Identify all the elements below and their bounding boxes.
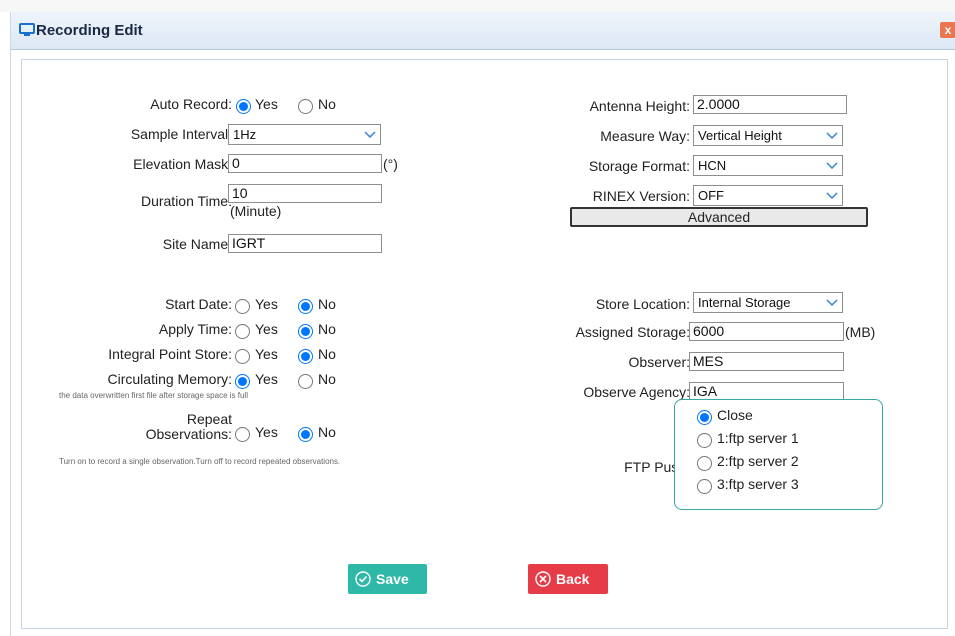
ftp-option-1-radio[interactable] [697, 433, 712, 448]
ftp-option-close-radio[interactable] [697, 410, 712, 425]
dialog-title: Recording Edit [36, 22, 143, 39]
assigned-storage-label: Assigned Storage: [575, 324, 690, 340]
storage-format-label: Storage Format: [588, 158, 690, 174]
observe-agency-label: Observe Agency: [583, 384, 690, 400]
elevation-mask-label: Elevation Mask: [133, 156, 232, 172]
circulating-memory-yes-label: Yes [255, 371, 278, 387]
store-location-select[interactable]: Internal Storage [693, 292, 843, 313]
repeat-observations-no-label: No [318, 424, 336, 440]
check-circle-icon [355, 571, 371, 587]
ftp-option-1-label: 1:ftp server 1 [717, 430, 799, 446]
back-button-label: Back [556, 571, 590, 587]
antenna-height-label: Antenna Height: [589, 98, 690, 114]
integral-point-store-no-radio[interactable] [298, 349, 313, 364]
ftp-option-2-label: 2:ftp server 2 [717, 453, 799, 469]
repeat-observations-label-line1: Repeat [186, 411, 232, 427]
circulating-memory-no-radio[interactable] [298, 374, 313, 389]
auto-record-no-label: No [318, 96, 336, 112]
auto-record-label: Auto Record: [150, 96, 232, 112]
monitor-icon [19, 23, 35, 36]
dialog-titlebar: Recording Edit x [11, 12, 955, 50]
rinex-version-label: RINEX Version: [592, 188, 690, 204]
start-date-yes-label: Yes [255, 296, 278, 312]
x-circle-icon [535, 571, 551, 587]
ftp-option-3-radio[interactable] [697, 479, 712, 494]
chevron-down-icon [364, 131, 376, 139]
back-button[interactable]: Back [528, 564, 608, 594]
close-button[interactable]: x [940, 22, 955, 38]
repeat-observations-yes-radio[interactable] [235, 427, 250, 442]
apply-time-no-radio[interactable] [298, 324, 313, 339]
rinex-version-value: OFF [698, 188, 724, 203]
measure-way-select[interactable]: Vertical Height [693, 125, 843, 146]
circulating-memory-no-label: No [318, 371, 336, 387]
circulating-memory-yes-radio[interactable] [235, 374, 250, 389]
storage-format-value: HCN [698, 158, 727, 173]
elevation-mask-unit: (°) [383, 156, 398, 172]
repeat-observations-note: Turn on to record a single observation.T… [59, 457, 341, 466]
antenna-height-input[interactable] [693, 95, 847, 114]
chevron-down-icon [826, 132, 838, 140]
repeat-observations-label-line2: Observations: [145, 426, 232, 442]
store-location-label: Store Location: [595, 296, 690, 312]
apply-time-yes-label: Yes [255, 321, 278, 337]
auto-record-no-radio[interactable] [298, 99, 313, 114]
store-location-value: Internal Storage [698, 295, 791, 310]
site-name-label: Site Name: [162, 236, 232, 252]
observer-label: Observer: [628, 354, 690, 370]
repeat-observations-no-radio[interactable] [298, 427, 313, 442]
ftp-push-options: Close 1:ftp server 1 2:ftp server 2 3:ft… [674, 399, 883, 510]
save-button[interactable]: Save [348, 564, 427, 594]
assigned-storage-input[interactable] [689, 322, 844, 341]
duration-time-label: Duration Time: [140, 193, 232, 209]
auto-record-yes-radio[interactable] [236, 99, 251, 114]
background-window-strip [0, 0, 955, 12]
start-date-no-radio[interactable] [298, 299, 313, 314]
auto-record-yes-label: Yes [255, 96, 278, 112]
advanced-button[interactable]: Advanced [570, 207, 868, 227]
sample-interval-value: 1Hz [233, 127, 257, 142]
repeat-observations-yes-label: Yes [255, 424, 278, 440]
duration-time-input[interactable] [228, 184, 382, 203]
integral-point-store-label: Integral Point Store: [108, 346, 232, 362]
assigned-storage-unit: (MB) [845, 324, 876, 340]
apply-time-no-label: No [318, 321, 336, 337]
circulating-memory-label: Circulating Memory: [107, 371, 232, 387]
site-name-input[interactable] [228, 234, 382, 253]
recording-edit-dialog: Recording Edit x Auto Record: Yes No Sam… [10, 12, 955, 636]
measure-way-value: Vertical Height [698, 128, 782, 143]
save-button-label: Save [376, 571, 409, 587]
sample-interval-select[interactable]: 1Hz [228, 124, 381, 145]
duration-time-unit: (Minute) [230, 203, 282, 219]
chevron-down-icon [826, 162, 838, 170]
ftp-option-close-label: Close [717, 407, 753, 423]
storage-format-select[interactable]: HCN [693, 155, 843, 176]
ftp-option-2-radio[interactable] [697, 456, 712, 471]
elevation-mask-input[interactable] [228, 154, 382, 173]
start-date-no-label: No [318, 296, 336, 312]
measure-way-label: Measure Way: [600, 128, 690, 144]
chevron-down-icon [826, 192, 838, 200]
rinex-version-select[interactable]: OFF [693, 185, 843, 206]
ftp-option-3-label: 3:ftp server 3 [717, 476, 799, 492]
integral-point-store-no-label: No [318, 346, 336, 362]
apply-time-yes-radio[interactable] [235, 324, 250, 339]
integral-point-store-yes-radio[interactable] [235, 349, 250, 364]
form-panel: Auto Record: Yes No Sample Interval: 1Hz… [21, 59, 948, 629]
sample-interval-label: Sample Interval: [130, 126, 232, 142]
start-date-yes-radio[interactable] [235, 299, 250, 314]
observer-input[interactable] [689, 352, 844, 371]
integral-point-store-yes-label: Yes [255, 346, 278, 362]
apply-time-label: Apply Time: [158, 321, 232, 337]
circulating-memory-note: the data overwritten first file after st… [59, 391, 248, 400]
chevron-down-icon [826, 299, 838, 307]
start-date-label: Start Date: [165, 296, 232, 312]
